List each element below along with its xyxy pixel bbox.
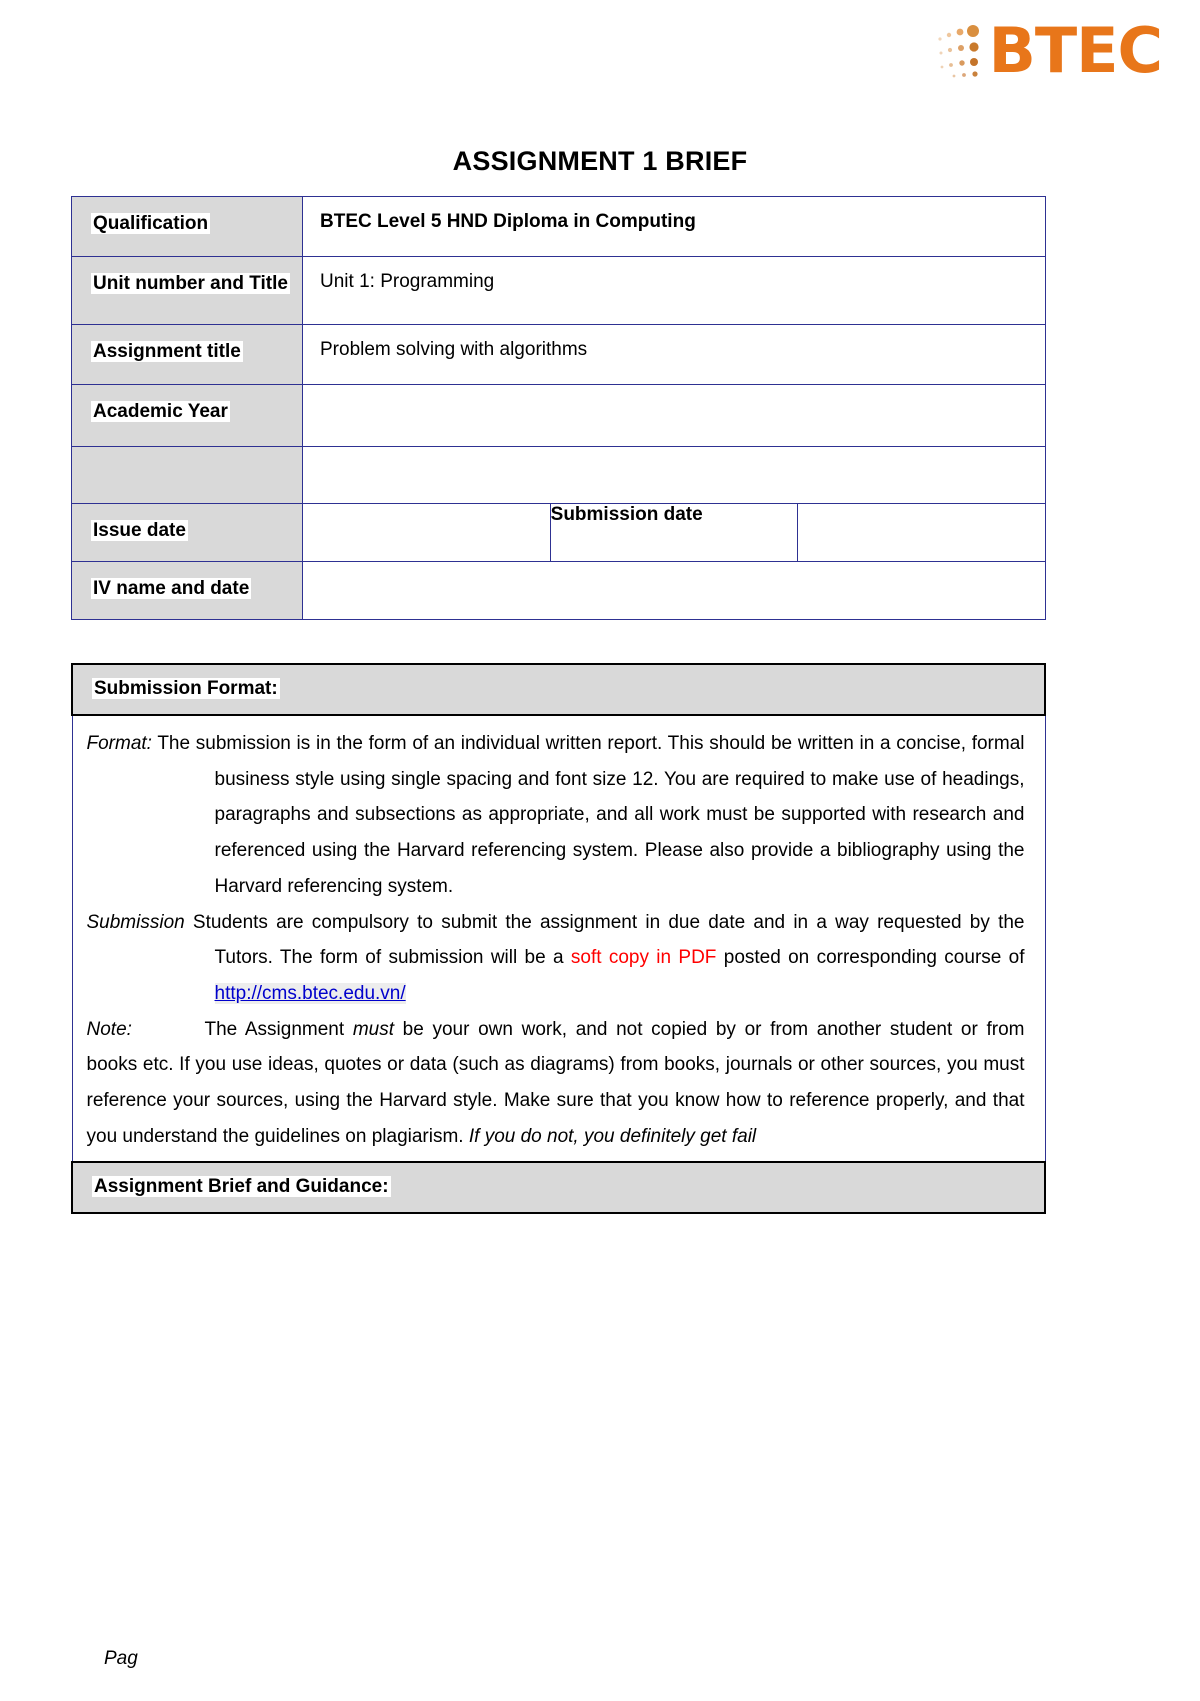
assignment-info-table: Qualification BTEC Level 5 HND Diploma i… <box>71 196 1046 620</box>
submission-paragraph-red-highlight: soft copy in PDF <box>570 947 717 969</box>
submission-paragraph-lead: Submission <box>86 911 185 933</box>
table-row-unit: Unit number and Title Unit 1: Programmin… <box>71 256 1046 325</box>
label-academic-year-cell: Academic Year <box>71 384 303 447</box>
value-submission-date[interactable] <box>797 503 1046 562</box>
format-body-cell: Format: The submission is in the form of… <box>71 714 1046 1162</box>
label-assignment-title-cell: Assignment title <box>71 324 303 385</box>
label-unit-cell: Unit number and Title <box>71 256 303 325</box>
table-row-guidance-header: Assignment Brief and Guidance: <box>71 1160 1046 1214</box>
format-paragraph-lead: Format: <box>86 732 152 754</box>
label-unit-number-and-title: Unit number and Title <box>91 273 290 294</box>
label-qualification: Qualification <box>91 213 211 234</box>
label-issue-date: Issue date <box>91 520 188 541</box>
table-row-dates: Issue date Submission date <box>71 503 1046 562</box>
note-paragraph-text-1: The Assignment <box>204 1018 353 1040</box>
value-academic-year[interactable] <box>302 384 1046 447</box>
assignment-brief-and-guidance-header: Assignment Brief and Guidance: <box>92 1175 391 1197</box>
value-issue-date[interactable] <box>302 503 551 562</box>
table-row-iv: IV name and date <box>71 561 1046 620</box>
value-qualification: BTEC Level 5 HND Diploma in Computing <box>302 196 1046 257</box>
value-iv-name-and-date[interactable] <box>302 561 1046 620</box>
guidance-header-cell: Assignment Brief and Guidance: <box>71 1160 1046 1214</box>
note-paragraph: Note: The Assignment must be your own wor… <box>87 1012 1025 1155</box>
table-row-assignment-title: Assignment title Problem solving with al… <box>71 324 1046 385</box>
submission-paragraph: Submission Students are compulsory to su… <box>87 905 1025 1012</box>
format-paragraph-text: The submission is in the form of an indi… <box>151 732 1025 897</box>
table-row-format-body: Format: The submission is in the form of… <box>71 714 1046 1162</box>
label-blank-cell <box>71 446 303 504</box>
label-submission-date: Submission date <box>550 504 703 525</box>
label-iv-name-and-date-cell: IV name and date <box>71 561 303 620</box>
table-row-academic-year: Academic Year <box>71 384 1046 447</box>
submission-paragraph-text-2: posted on corresponding course of <box>716 947 1025 969</box>
label-qualification-cell: Qualification <box>71 196 303 257</box>
note-paragraph-emphasis-1: must <box>352 1018 394 1040</box>
note-paragraph-lead: Note: <box>86 1018 132 1040</box>
table-row-qualification: Qualification BTEC Level 5 HND Diploma i… <box>71 196 1046 257</box>
submission-format-header-cell: Submission Format: <box>71 663 1046 716</box>
btec-logo: BTEC <box>927 14 1163 87</box>
note-paragraph-emphasis-2: If you do not, you definitely get fail <box>468 1125 757 1147</box>
btec-dot-pattern-icon <box>937 25 979 78</box>
value-blank[interactable] <box>302 446 1046 504</box>
table-row-submission-format-header: Submission Format: <box>71 663 1046 716</box>
label-issue-date-cell: Issue date <box>71 503 303 562</box>
page-footer: Pag <box>104 1648 138 1669</box>
label-submission-date-cell: Submission date <box>549 503 799 562</box>
label-academic-year: Academic Year <box>91 401 230 422</box>
submission-format-table: Submission Format: Format: The submissio… <box>71 663 1046 1214</box>
value-assignment-title: Problem solving with algorithms <box>302 324 1046 385</box>
label-iv-name-and-date: IV name and date <box>91 578 252 599</box>
page-title: ASSIGNMENT 1 BRIEF <box>452 146 748 176</box>
label-assignment-title: Assignment title <box>91 341 243 362</box>
format-paragraph: Format: The submission is in the form of… <box>87 726 1025 905</box>
btec-logo-text: BTEC <box>988 14 1163 87</box>
table-row-blank <box>71 446 1046 504</box>
cms-portal-link[interactable]: http://cms.btec.edu.vn/ <box>214 983 406 1004</box>
submission-format-header: Submission Format: <box>92 678 280 699</box>
value-unit-number-and-title: Unit 1: Programming <box>302 256 1046 325</box>
